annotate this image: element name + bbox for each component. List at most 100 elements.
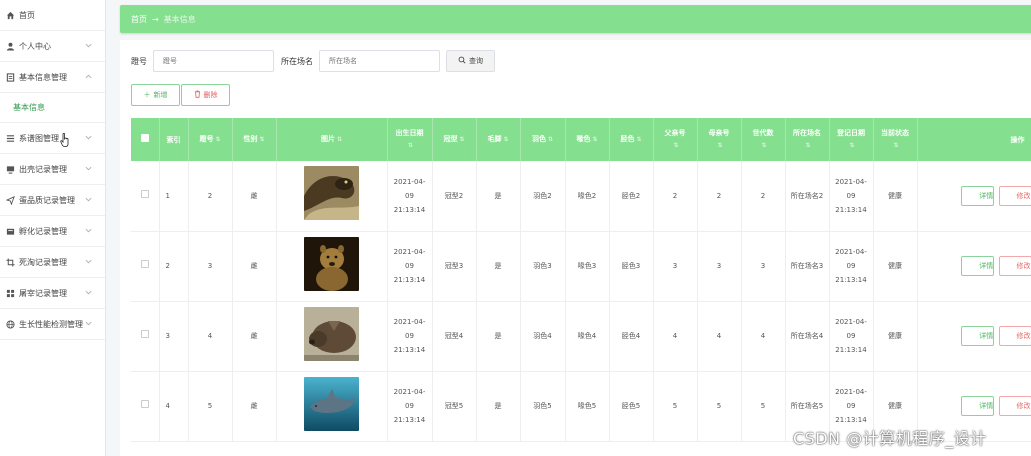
grid-icon [5,288,15,298]
header-birth-date[interactable]: 出生日期 ⇅ [387,118,433,161]
cell-shank: 胫色3 [609,231,654,302]
cell-actions: 详情 修改 [917,231,1031,302]
cell-shank: 胫色2 [609,161,654,232]
search-button[interactable]: 查询 [446,50,495,72]
main-area: 首页 → 基本信息 蹬号 所在场名 查询 ＋ 新增 [106,0,1031,456]
edit-button[interactable]: 修改 [998,256,1031,276]
cell-generation: 2 [741,161,786,232]
cell-gender: 雌 [232,231,277,302]
sort-icon: ⇅ [761,142,767,149]
cell-birth-date: 2021-04-09 21:13:14 [387,371,433,442]
action-bar: ＋ 新增 删除 [131,84,230,106]
cell-image [276,231,388,302]
row-checkbox[interactable] [140,330,149,338]
row-checkbox[interactable] [140,260,149,268]
search-input-id[interactable] [153,50,274,72]
header-index[interactable]: 索引 [159,118,189,161]
cell-feather: 羽色5 [520,371,566,442]
delete-button[interactable]: 删除 [181,84,230,106]
sidebar-item-label: 首页 [19,10,35,20]
sort-icon: ⇅ [805,142,811,149]
edit-button[interactable]: 修改 [998,185,1031,206]
sidebar-item-home[interactable]: 首页 [0,0,105,31]
chevron-down-icon [85,196,93,204]
header-label: 母亲号 [708,129,730,137]
header-id[interactable]: 蹬号 ⇅ [188,118,233,161]
sidebar-item-basic-info[interactable]: 基本信息管理 [0,62,105,93]
header-comb[interactable]: 冠型 ⇅ [432,118,477,161]
breadcrumb-home[interactable]: 首页 [131,14,147,25]
sort-icon: ⇅ [259,136,265,143]
cell-beak: 喙色5 [565,371,610,442]
header-image[interactable]: 图片 ⇅ [276,118,388,161]
chevron-down-icon [85,320,93,328]
cell-comb: 冠型3 [432,231,477,302]
header-beak[interactable]: 喙色 ⇅ [565,118,610,161]
cell-farm: 所在场名2 [785,161,830,232]
header-shank[interactable]: 胫色 ⇅ [609,118,654,161]
cell-feet: 是 [476,301,521,372]
sidebar-item-growth[interactable]: 生长性能检测管理 [0,309,105,340]
edit-button[interactable]: 修改 [998,326,1031,346]
content-panel: 蹬号 所在场名 查询 ＋ 新增 [120,40,1031,456]
globe-icon [5,319,15,329]
sort-icon: ⇅ [547,136,554,143]
cell-comb: 冠型4 [432,301,477,372]
row-select[interactable] [131,231,160,302]
sidebar-item-slaughter[interactable]: 屠宰记录管理 [0,278,105,309]
header-feet[interactable]: 毛脚 ⇅ [476,118,521,161]
sidebar-item-mortality[interactable]: 死淘记录管理 [0,247,105,278]
view-button[interactable]: 详情 [961,256,995,276]
header-farm[interactable]: 所在场名 ⇅ [785,118,830,161]
table-row: 3 4 雌 2021-04-09 21:13:14 冠型4 是 羽色4 喙色4 … [131,301,1031,372]
document-icon [5,72,15,82]
header-label: 胫色 [620,135,635,143]
header-feather[interactable]: 羽色 ⇅ [520,118,566,161]
add-button-label: 新增 [153,91,168,99]
sort-icon: ⇅ [503,136,509,143]
sort-icon: ⇅ [849,142,855,149]
header-status[interactable]: 当前状态 ⇅ [873,118,918,161]
row-checkbox[interactable] [140,400,149,408]
search-label-id: 蹬号 [131,56,147,66]
row-checkbox[interactable] [140,189,149,198]
data-table: 索引 蹬号 ⇅ 性别 ⇅ 图片 ⇅ 出生日期 ⇅ 冠型 ⇅ 毛脚 ⇅ 羽色 ⇅ 喙色 ⇅ 胫色 ⇅… [131,118,1031,442]
row-select[interactable] [131,301,160,372]
sidebar-item-egg-quality[interactable]: 蛋品质记录管理 [0,185,105,216]
header-father[interactable]: 父亲号 ⇅ [653,118,698,161]
add-button[interactable]: ＋ 新增 [131,84,180,106]
search-button-label: 查询 [469,57,483,65]
header-label: 喙色 [576,135,591,143]
cell-generation: 5 [741,371,786,442]
sidebar-subitem-basic-info[interactable]: 基本信息 [0,93,105,123]
header-label: 羽色 [531,135,546,143]
trash-icon [194,90,201,100]
cell-image [276,301,388,372]
cell-feet: 是 [476,161,521,232]
sidebar-item-profile[interactable]: 个人中心 [0,31,105,62]
sort-icon: ⇅ [592,136,598,143]
cell-gender: 雌 [232,161,277,232]
header-gender[interactable]: 性别 ⇅ [232,118,277,161]
sidebar-item-incubation[interactable]: 孵化记录管理 [0,216,105,247]
view-button[interactable]: 详情 [961,326,995,346]
boar-photo [304,306,359,361]
header-generation[interactable]: 世代数 ⇅ [741,118,786,161]
row-select[interactable] [131,161,160,232]
view-button[interactable]: 详情 [961,396,995,416]
header-select-all[interactable] [131,118,160,161]
sidebar-item-label: 屠宰记录管理 [19,288,67,298]
chevron-down-icon [85,289,93,297]
header-mother[interactable]: 母亲号 ⇅ [697,118,742,161]
search-input-farm[interactable] [319,50,440,72]
sidebar-item-hatch-out[interactable]: 出壳记录管理 [0,154,105,185]
plus-icon: ＋ [143,91,151,99]
sidebar-item-pedigree[interactable]: 系谱图管理 [0,123,105,154]
cell-id: 2 [188,161,233,232]
row-select[interactable] [131,371,160,442]
header-reg-date[interactable]: 登记日期 ⇅ [829,118,874,161]
cell-mother: 3 [697,231,742,302]
view-button[interactable]: 详情 [961,185,995,206]
edit-button[interactable]: 修改 [998,396,1031,416]
select-all-checkbox[interactable] [140,133,149,142]
